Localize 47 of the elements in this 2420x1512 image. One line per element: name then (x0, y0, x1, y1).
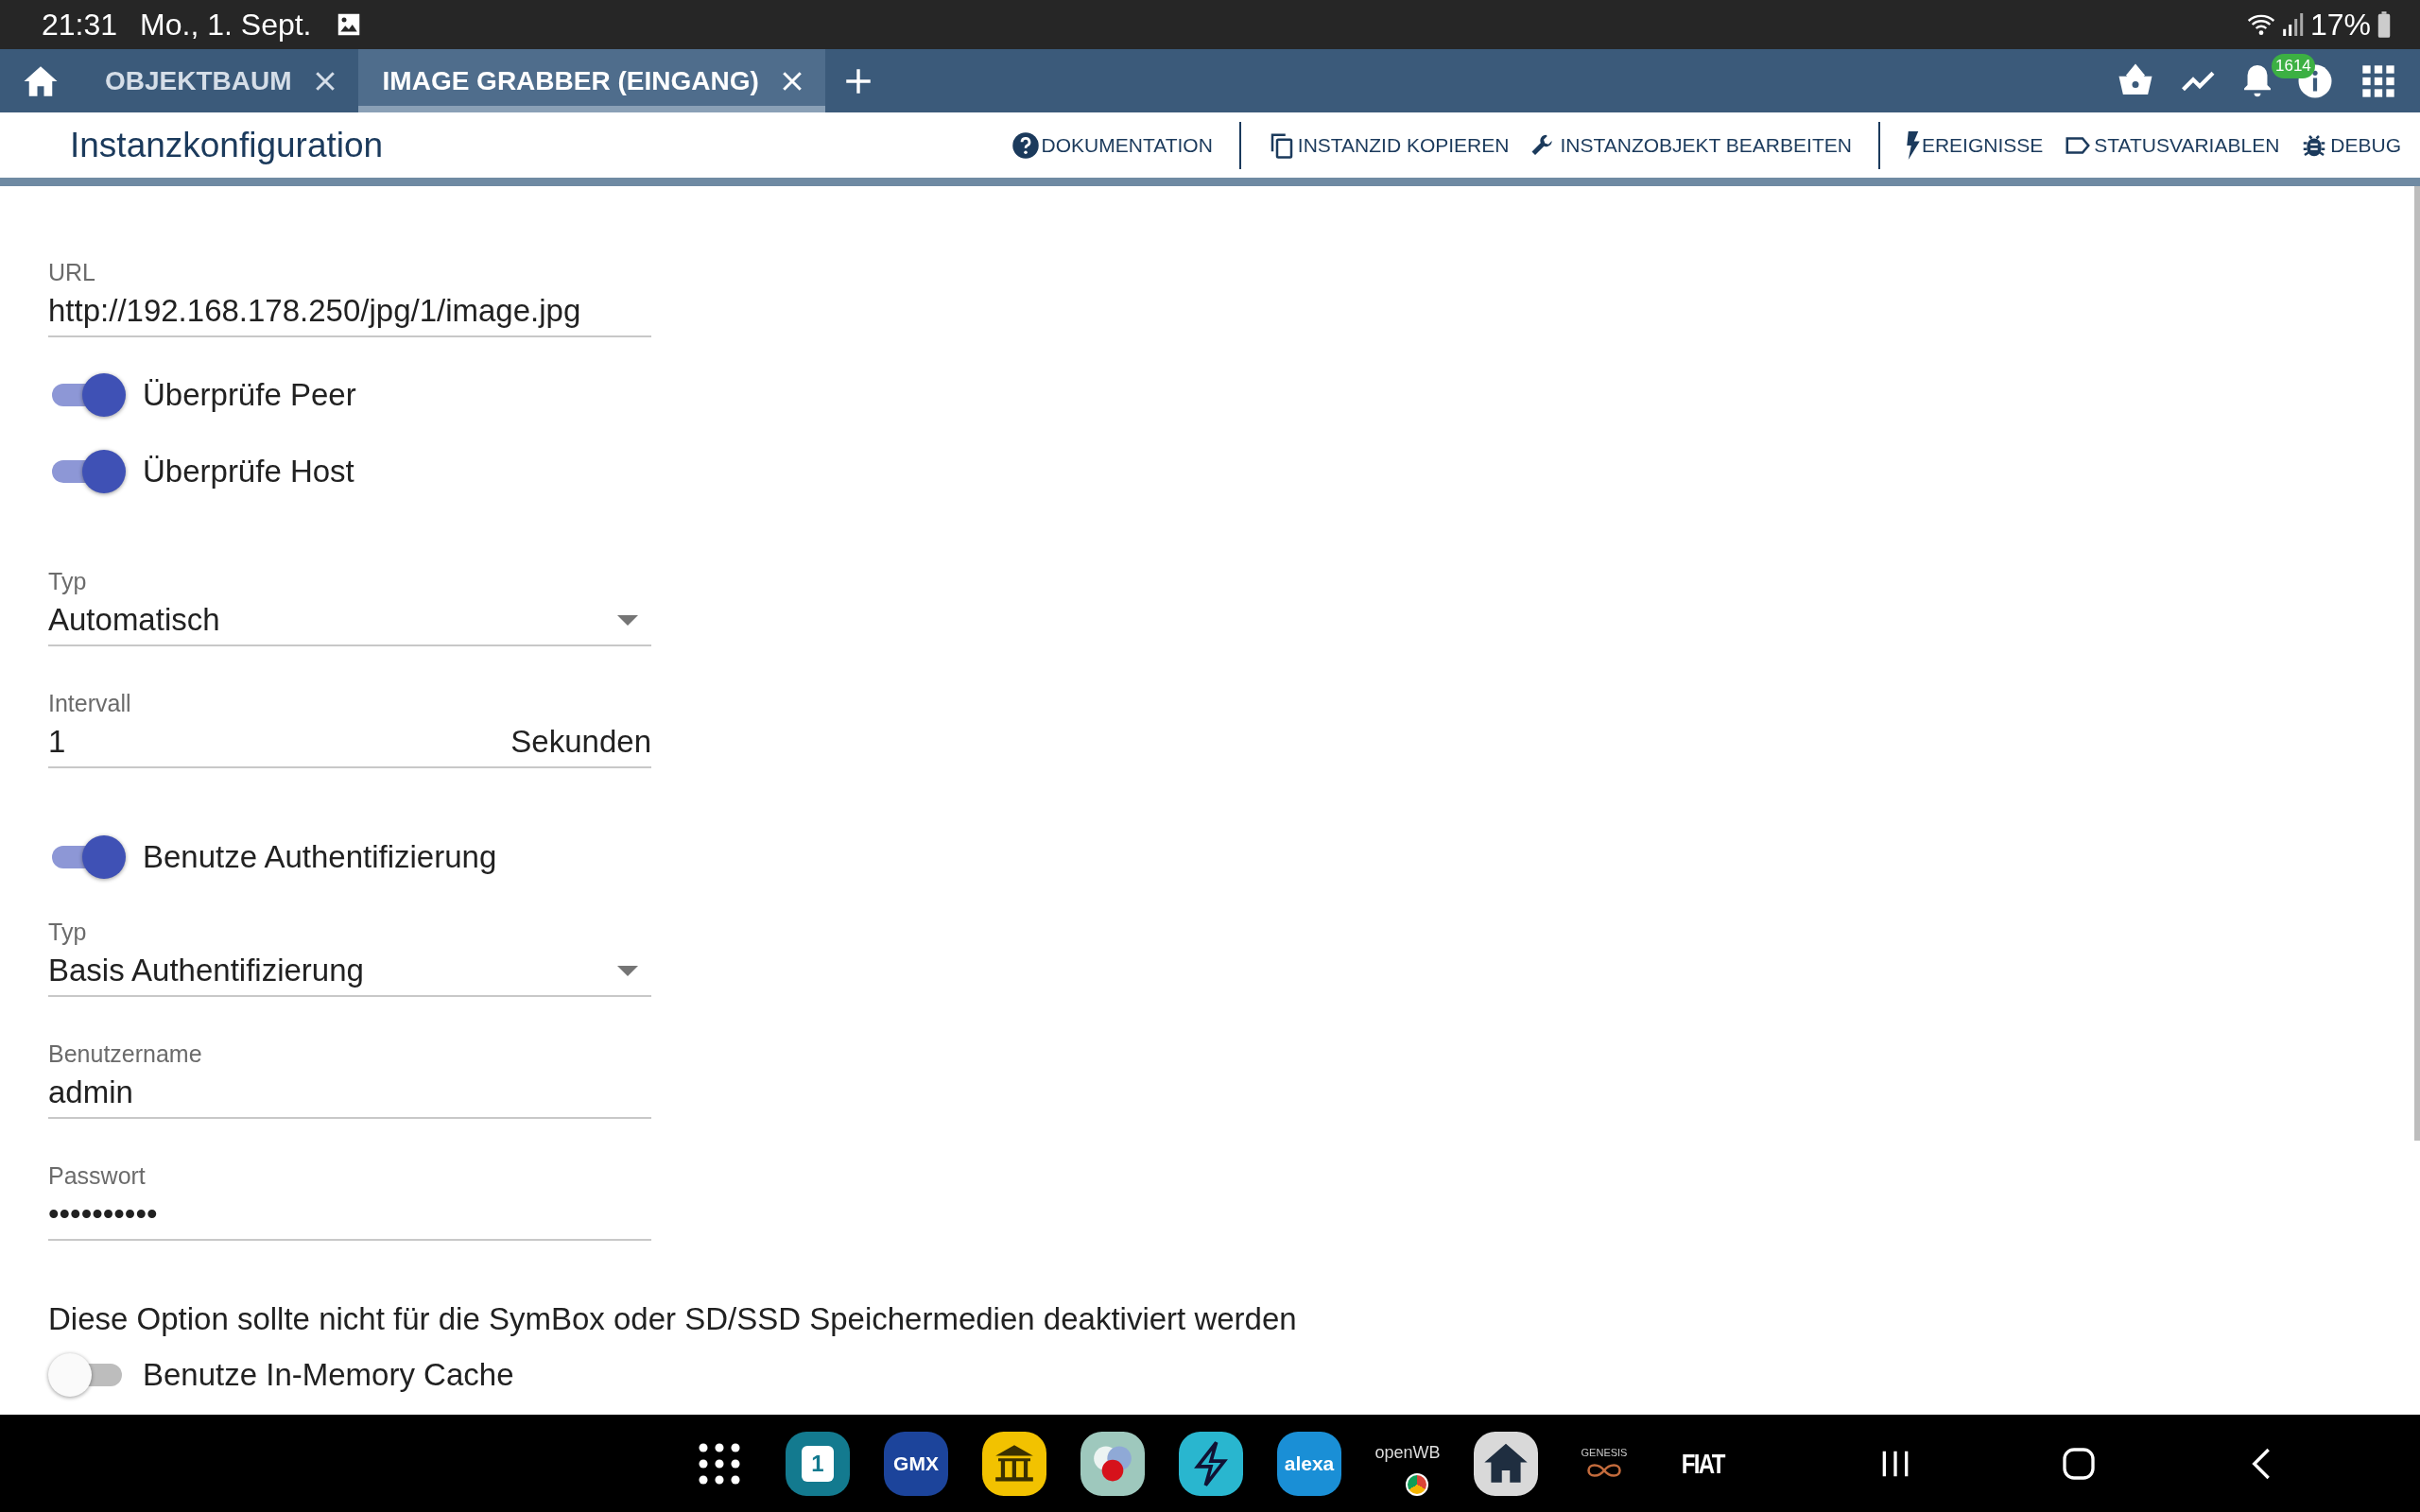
toggle-label: Überprüfe Peer (143, 376, 356, 413)
toolbar-button[interactable]: INSTANZOBJEKT BEARBEITEN (1526, 127, 1856, 163)
toggle-label: Benutze Authentifizierung (143, 838, 497, 875)
input-field[interactable]: http://192.168.178.250/jpg/1/image.jpg (48, 286, 651, 337)
tab[interactable]: IMAGE GRABBER (EINGANG) (357, 49, 825, 112)
hint-text: Diese Option sollte nicht für die SymBox oder SD/SSD Speichermedien deaktiviert werden (48, 1300, 1297, 1338)
app-icon[interactable]: alexa (1277, 1431, 1341, 1496)
toggle-label: Überprüfe Host (143, 453, 354, 490)
toolbar-button[interactable]: STATUSVARIABLEN (2060, 127, 2284, 163)
calendar-app-icon[interactable]: 1 (786, 1431, 850, 1496)
field-label: URL (48, 258, 96, 286)
clock-time: 21:31 (42, 7, 118, 43)
field-label: Passwort (48, 1161, 147, 1190)
toolbar-button[interactable]: DOKUMENTATION (1007, 127, 1217, 163)
lightning-app-icon[interactable] (1179, 1431, 1243, 1496)
signal-icon (2281, 10, 2305, 39)
house-app-icon[interactable] (1474, 1431, 1538, 1496)
tab-label: IMAGE GRABBER (EINGANG) (382, 65, 759, 96)
input-field[interactable]: admin (48, 1068, 651, 1119)
dropdown-field[interactable]: Basis Authentifizierung (48, 946, 651, 997)
caret-icon (617, 965, 638, 976)
scrollbar[interactable] (2414, 186, 2420, 1141)
toolbar-button[interactable]: EREIGNISSE (1902, 127, 2048, 163)
dropdown-field[interactable]: Automatisch (48, 595, 651, 646)
notification-count: 1614 (2272, 53, 2315, 78)
tab-label: OBJEKTBAUM (105, 65, 292, 96)
tab[interactable]: OBJEKTBAUM (80, 49, 358, 112)
circles-app-icon[interactable] (1080, 1431, 1145, 1496)
field-label: Benutzername (48, 1040, 203, 1068)
battery-icon (2377, 10, 2392, 39)
date-text: Mo., 1. Sept. (140, 7, 312, 43)
page-title: Instanzkonfiguration (70, 125, 384, 165)
field-label: Intervall (48, 689, 132, 717)
app-icon[interactable]: GMX (884, 1431, 948, 1496)
toggle-label: Benutze In-Memory Cache (143, 1357, 514, 1394)
input-field[interactable]: 1 Sekunden (48, 717, 651, 768)
help-icon (1011, 130, 1040, 160)
caret-icon (617, 614, 638, 626)
lightning-icon (1906, 130, 1920, 160)
toolbar-button[interactable]: DEBUG (2296, 127, 2405, 163)
field-label: Typ (48, 567, 88, 595)
building-app-icon[interactable] (982, 1431, 1046, 1496)
battery-percentage: 17% (2309, 7, 2371, 43)
toolbar-button[interactable]: INSTANZID KOPIEREN (1263, 127, 1513, 163)
input-field[interactable]: •••••••••• (48, 1190, 651, 1241)
bell-icon[interactable] (2244, 64, 2271, 97)
field-label: Typ (48, 918, 88, 946)
